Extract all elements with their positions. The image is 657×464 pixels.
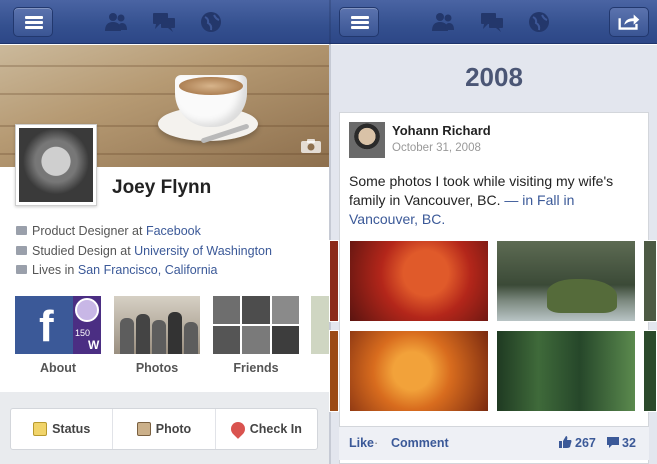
- messages-icon[interactable]: [152, 11, 176, 33]
- comment-count[interactable]: 32: [622, 436, 636, 450]
- education-info: Studied Design at University of Washingt…: [16, 244, 272, 258]
- post-author-avatar[interactable]: [349, 122, 385, 158]
- photo-icon: [136, 422, 151, 436]
- photo-button[interactable]: Photo: [113, 409, 216, 449]
- about-label[interactable]: About: [15, 361, 101, 375]
- post-text: Some photos I took while visiting my wif…: [349, 173, 614, 227]
- left-navigation-bar: [0, 0, 329, 44]
- notifications-globe-icon[interactable]: [199, 11, 223, 33]
- like-count[interactable]: 267: [575, 436, 596, 450]
- work-info: Product Designer at Facebook: [16, 224, 201, 238]
- facebook-logo-icon: f: [39, 302, 54, 351]
- right-navigation-bar: [329, 0, 657, 44]
- friends-label[interactable]: Friends: [213, 361, 299, 375]
- post-photo[interactable]: [349, 330, 489, 412]
- university-seal-icon: 150 W: [73, 296, 101, 354]
- status-icon: [33, 422, 48, 436]
- share-icon: [618, 14, 640, 30]
- friends-icon[interactable]: [104, 11, 128, 33]
- comment-link[interactable]: Comment: [391, 436, 449, 450]
- about-tile[interactable]: f 150 W: [15, 296, 101, 354]
- comment-icon[interactable]: [606, 436, 620, 449]
- notifications-globe-icon[interactable]: [527, 11, 551, 33]
- photos-label[interactable]: Photos: [114, 361, 200, 375]
- location-link[interactable]: San Francisco, California: [78, 263, 218, 277]
- profile-picture[interactable]: [15, 124, 97, 206]
- post-photo[interactable]: [643, 330, 657, 412]
- thumbs-up-icon[interactable]: [558, 435, 572, 449]
- post-photo[interactable]: [496, 330, 636, 412]
- share-button[interactable]: [609, 7, 649, 37]
- map-tile[interactable]: [311, 296, 329, 354]
- footer-separator: ·: [374, 436, 379, 450]
- check-in-button[interactable]: Check In: [216, 409, 317, 449]
- messages-icon[interactable]: [480, 11, 504, 33]
- timeline-year: 2008: [465, 62, 523, 92]
- building-icon: [16, 265, 27, 274]
- post-photo[interactable]: [329, 330, 339, 412]
- education-link[interactable]: University of Washington: [134, 244, 272, 258]
- post-photo[interactable]: [643, 240, 657, 322]
- post-photo[interactable]: [349, 240, 489, 322]
- post-date[interactable]: October 31, 2008: [392, 142, 481, 154]
- photos-tile[interactable]: [114, 296, 200, 354]
- post-photo[interactable]: [329, 240, 339, 322]
- composer-actions: Status Photo Check In: [10, 408, 318, 450]
- menu-icon[interactable]: [13, 7, 53, 37]
- profile-name: Joey Flynn: [112, 177, 212, 198]
- post-photo[interactable]: [496, 240, 636, 322]
- friends-tile[interactable]: [213, 296, 299, 354]
- post-author-name[interactable]: Yohann Richard: [392, 123, 491, 138]
- post-footer: [339, 426, 649, 460]
- status-button[interactable]: Status: [11, 409, 114, 449]
- like-link[interactable]: Like: [349, 436, 374, 450]
- location-info: Lives in San Francisco, California: [16, 263, 218, 277]
- location-pin-icon: [227, 419, 248, 439]
- menu-icon[interactable]: [339, 7, 379, 37]
- friends-icon[interactable]: [431, 11, 455, 33]
- work-link[interactable]: Facebook: [146, 224, 201, 238]
- camera-icon[interactable]: [300, 138, 322, 154]
- graduation-cap-icon: [16, 246, 27, 255]
- briefcase-icon: [16, 226, 27, 235]
